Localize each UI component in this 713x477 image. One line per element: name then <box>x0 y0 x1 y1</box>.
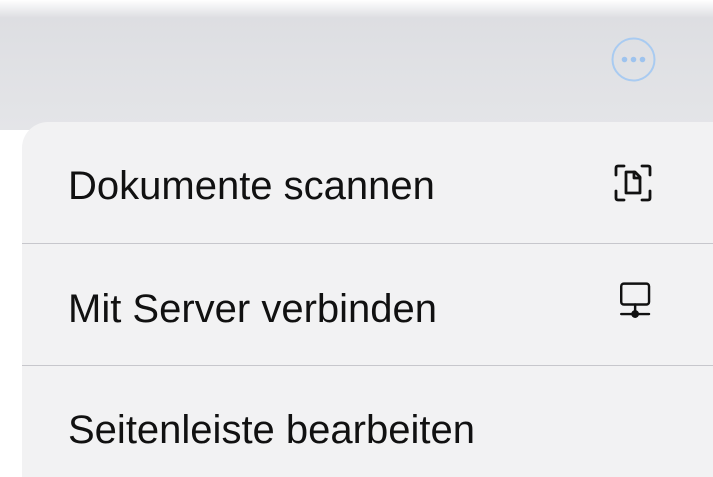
menu-item-label: Dokumente scannen <box>68 164 435 208</box>
document-scan-icon <box>614 164 652 202</box>
menu-item-label: Mit Server verbinden <box>68 287 438 331</box>
menu-item-scan-documents[interactable]: Dokumente scannen <box>22 122 713 244</box>
toolbar <box>0 0 713 130</box>
menu-item-label: Seitenleiste bearbeiten <box>68 408 475 452</box>
menu-item-edit-sidebar[interactable]: Seitenleiste bearbeiten <box>22 366 713 477</box>
toolbar-top-fade <box>0 0 713 18</box>
ellipsis-circle-icon <box>611 37 656 82</box>
server-display-icon <box>619 282 651 318</box>
more-options-button[interactable] <box>611 37 656 82</box>
context-menu: Dokumente scannen Mit Server verbinden S… <box>22 122 713 477</box>
menu-item-connect-server[interactable]: Mit Server verbinden <box>22 244 713 366</box>
